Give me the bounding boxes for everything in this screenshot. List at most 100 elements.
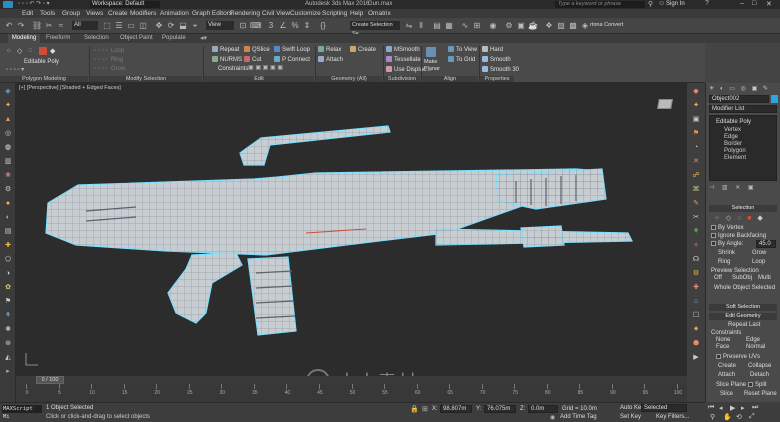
menu-help[interactable]: Help bbox=[350, 10, 363, 17]
strip-icon-8[interactable]: ⌘ bbox=[690, 185, 702, 195]
stack-element[interactable]: Element bbox=[724, 155, 746, 161]
render-setup-icon[interactable]: ⚙ bbox=[504, 21, 514, 31]
modify-selection-group-label[interactable]: Modify Selection bbox=[90, 76, 202, 82]
ribbon-options-icon[interactable]: ◂▾ bbox=[200, 34, 207, 42]
detach-button[interactable]: Detach bbox=[750, 372, 769, 378]
layer-manager-icon[interactable]: ▤ bbox=[432, 21, 442, 31]
menu-tools[interactable]: Tools bbox=[40, 10, 55, 17]
to-grid-button[interactable]: To Grid bbox=[448, 56, 475, 63]
strip-icon-6[interactable]: ✕ bbox=[690, 157, 702, 167]
loop-button[interactable]: Loop bbox=[752, 259, 765, 265]
key-filters-button[interactable]: Key Filters... bbox=[656, 414, 689, 420]
preview-subobj-radio[interactable]: SubObj bbox=[732, 275, 752, 281]
qslice-button[interactable]: QSlice bbox=[244, 46, 270, 53]
percent-snap-icon[interactable]: % bbox=[290, 21, 300, 31]
time-tag-icon[interactable]: ◉ bbox=[550, 414, 555, 421]
ring-button[interactable]: Ring bbox=[718, 259, 730, 265]
modifier-list-dropdown[interactable]: Modifier List bbox=[709, 105, 777, 113]
menu-edit[interactable]: Edit bbox=[22, 10, 33, 17]
left-tool-16-icon[interactable]: ⚑ bbox=[3, 297, 13, 307]
left-tool-19-icon[interactable]: ⊛ bbox=[3, 339, 13, 349]
strip-icon-11[interactable]: ⚘ bbox=[690, 227, 702, 237]
user-icon[interactable]: ☺ bbox=[658, 0, 665, 7]
maximize-viewport-icon[interactable]: ⤢ bbox=[749, 413, 755, 421]
left-tool-1-icon[interactable]: ◈ bbox=[3, 87, 13, 97]
grow-button[interactable]: Grow bbox=[752, 250, 766, 256]
tab-populate[interactable]: Populate bbox=[162, 35, 186, 41]
selection-filter-dropdown[interactable]: All bbox=[72, 21, 98, 30]
close-button[interactable]: ✕ bbox=[766, 0, 772, 8]
create-button[interactable]: Create bbox=[350, 46, 376, 53]
menu-group[interactable]: Group bbox=[62, 10, 80, 17]
attach-geometry-button[interactable]: Attach bbox=[718, 372, 735, 378]
strip-icon-17[interactable]: ☐ bbox=[690, 311, 702, 321]
constraint-edge-radio[interactable]: Edge bbox=[746, 337, 760, 343]
constraint-none-radio[interactable]: None bbox=[716, 337, 730, 343]
y-coord-field[interactable]: 76.075m bbox=[484, 405, 516, 413]
corona-icon[interactable]: ◈ bbox=[580, 21, 590, 31]
border-mode-icon[interactable]: ◌ bbox=[28, 47, 36, 55]
swift-loop-button[interactable]: Swift Loop bbox=[274, 46, 310, 53]
edge-mode-icon[interactable]: ◇ bbox=[17, 47, 25, 55]
strip-icon-20[interactable]: ▶ bbox=[690, 353, 702, 363]
left-tool-18-icon[interactable]: ✺ bbox=[3, 325, 13, 335]
by-vertex-checkbox[interactable]: By Vertex bbox=[711, 225, 744, 231]
smooth-button[interactable]: Smooth bbox=[482, 56, 511, 63]
left-tool-15-icon[interactable]: ✿ bbox=[3, 283, 13, 293]
bind-space-warp-icon[interactable]: ≈ bbox=[56, 21, 66, 31]
spinner-snap-icon[interactable]: ⇕ bbox=[302, 21, 312, 31]
left-tool-6-icon[interactable]: ▥ bbox=[3, 157, 13, 167]
object-name-field[interactable]: Object002 bbox=[709, 95, 769, 103]
scale-icon[interactable]: ⬓ bbox=[178, 21, 188, 31]
strip-icon-2[interactable]: ✦ bbox=[690, 101, 702, 111]
strip-icon-16[interactable]: ⌂ bbox=[690, 297, 702, 307]
menu-rendering[interactable]: Rendering bbox=[230, 10, 260, 17]
msmooth-button[interactable]: MSmooth bbox=[386, 46, 420, 53]
repeat-button[interactable]: Repeat bbox=[212, 46, 239, 53]
stack-border[interactable]: Border bbox=[724, 141, 742, 147]
graphite-toggle-icon[interactable]: ▦ bbox=[444, 21, 454, 31]
modify-mode-icon[interactable]: ▫ ▫ ▫ ▫ ▾ bbox=[6, 67, 56, 73]
repeat-last-button[interactable]: Repeat Last bbox=[728, 322, 760, 328]
z-coord-field[interactable]: 0.0m bbox=[528, 405, 558, 413]
render-icon[interactable]: ☕ bbox=[528, 21, 538, 31]
link-icon[interactable]: ⛓ bbox=[32, 21, 42, 31]
named-selection-set-dropdown[interactable]: Create Selection Se bbox=[350, 21, 400, 37]
place-icon[interactable]: ⌖ bbox=[190, 21, 200, 31]
orbit-icon[interactable]: ⟲ bbox=[736, 413, 742, 421]
polygon-modeling-group-label[interactable]: Polygon Modeling bbox=[0, 76, 88, 82]
rotate-icon[interactable]: ⟳ bbox=[166, 21, 176, 31]
editable-poly-label[interactable]: Editable Poly bbox=[24, 59, 59, 65]
ignore-backfacing-checkbox[interactable]: Ignore Backfacing bbox=[711, 233, 766, 239]
strip-icon-9[interactable]: ✎ bbox=[690, 199, 702, 209]
p-connect-button[interactable]: P Connect bbox=[274, 56, 310, 63]
left-tool-9-icon[interactable]: ● bbox=[3, 199, 13, 209]
set-key-button[interactable]: Set Key bbox=[620, 414, 641, 420]
properties-group-label[interactable]: Properties bbox=[480, 76, 514, 82]
edit-group-label[interactable]: Edit bbox=[204, 76, 314, 82]
menu-graph-editors[interactable]: Graph Editors bbox=[192, 10, 232, 17]
strip-icon-3[interactable]: ▣ bbox=[690, 115, 702, 125]
workspace-dropdown[interactable]: Workspace: Default bbox=[90, 1, 160, 8]
snap-toggle-icon[interactable]: 3 bbox=[266, 21, 276, 31]
strip-icon-19[interactable]: ⬢ bbox=[690, 339, 702, 349]
x-coord-field[interactable]: 98.807m bbox=[440, 405, 472, 413]
rectangle-selection-icon[interactable]: ▭ bbox=[126, 21, 136, 31]
reset-plane-button[interactable]: Reset Plane bbox=[744, 391, 777, 397]
left-tool-21-icon[interactable]: ▸ bbox=[3, 367, 13, 377]
tessellate-button[interactable]: Tessellate bbox=[386, 56, 421, 63]
track-bar[interactable]: 0 5 10 15 20 25 30 35 40 45 50 55 60 65 70 75 80 85 90 95 10… bbox=[16, 384, 687, 402]
constraint-normal-radio[interactable]: Normal bbox=[746, 344, 765, 350]
teapot-icon[interactable]: ❖ bbox=[544, 21, 554, 31]
strip-icon-7[interactable]: ☍ bbox=[690, 171, 702, 181]
subdivision-group-label[interactable]: Subdivision bbox=[384, 76, 420, 82]
search-input[interactable]: Type a keyword or phrase bbox=[555, 1, 645, 8]
preview-multi-radio[interactable]: Multi bbox=[758, 275, 771, 281]
strip-icon-13[interactable]: ☊ bbox=[690, 255, 702, 265]
edit-named-selection-icon[interactable]: {} bbox=[318, 21, 328, 31]
add-time-tag-button[interactable]: Add Time Tag bbox=[560, 414, 597, 420]
pivot-center-icon[interactable]: ⊡ bbox=[238, 21, 248, 31]
left-tool-4-icon[interactable]: ◎ bbox=[3, 129, 13, 139]
menu-omatrix[interactable]: Omatrix bbox=[368, 10, 391, 17]
time-slider[interactable]: 0 / 100 bbox=[16, 376, 687, 384]
